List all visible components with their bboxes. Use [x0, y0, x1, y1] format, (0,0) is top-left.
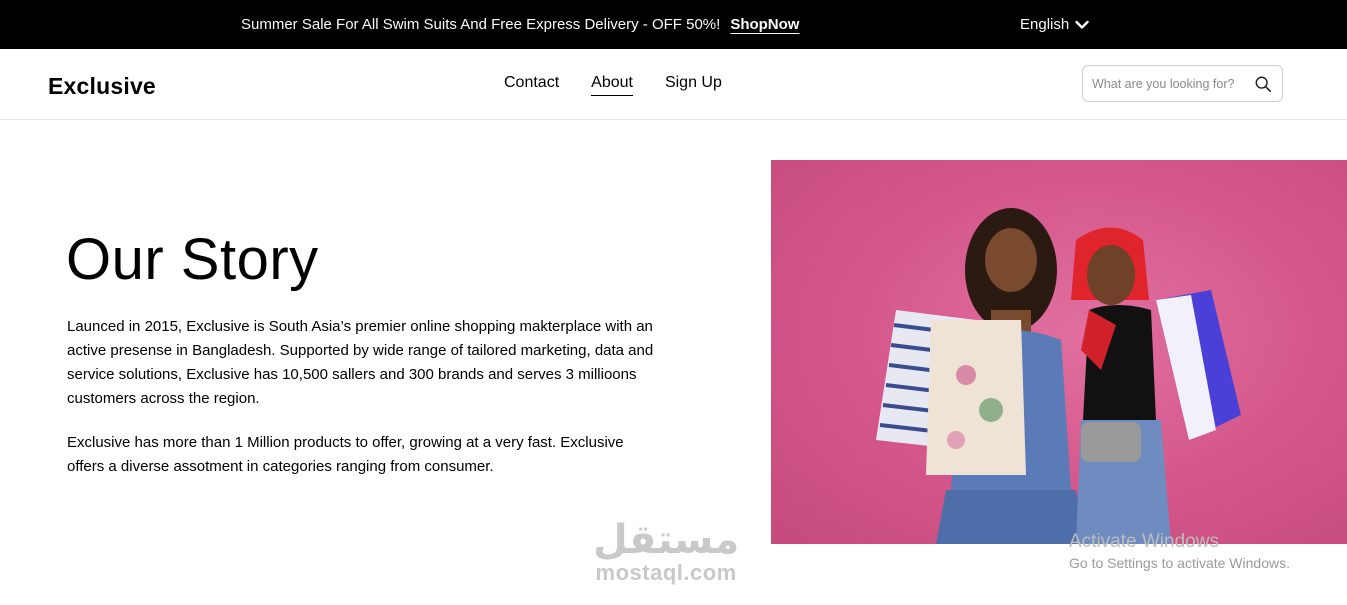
- nav-sign-up[interactable]: Sign Up: [665, 74, 722, 96]
- search-input[interactable]: [1092, 76, 1252, 91]
- logo[interactable]: Exclusive: [48, 73, 156, 100]
- shopping-women-illustration: [876, 208, 1241, 544]
- watermark-arabic: مستقل: [593, 517, 740, 563]
- site-header: Exclusive Contact About Sign Up: [0, 49, 1347, 120]
- shop-now-link[interactable]: ShopNow: [730, 16, 799, 33]
- page-title: Our Story: [66, 227, 319, 292]
- language-label: English: [1020, 16, 1070, 33]
- activate-windows-subtitle: Go to Settings to activate Windows.: [1069, 555, 1290, 571]
- story-paragraph-2: Exclusive has more than 1 Million produc…: [67, 434, 624, 475]
- promo-text: Summer Sale For All Swim Suits And Free …: [241, 16, 721, 33]
- search-icon[interactable]: [1254, 75, 1272, 93]
- nav-contact[interactable]: Contact: [504, 74, 559, 96]
- search-box: [1082, 65, 1283, 102]
- promo-banner: Summer Sale For All Swim Suits And Free …: [241, 16, 799, 33]
- story-paragraph-1: Launced in 2015, Exclusive is South Asia…: [67, 318, 654, 407]
- language-selector[interactable]: English: [1020, 16, 1089, 33]
- nav-about[interactable]: About: [591, 74, 633, 96]
- top-announcement-bar: Summer Sale For All Swim Suits And Free …: [0, 0, 1347, 49]
- chevron-down-icon: [1075, 20, 1089, 29]
- main-nav: Contact About Sign Up: [504, 74, 722, 96]
- hero-image: [771, 160, 1347, 544]
- watermark-latin: mostaql.com: [595, 560, 737, 585]
- watermark: مستقل mostaql.com: [593, 520, 739, 586]
